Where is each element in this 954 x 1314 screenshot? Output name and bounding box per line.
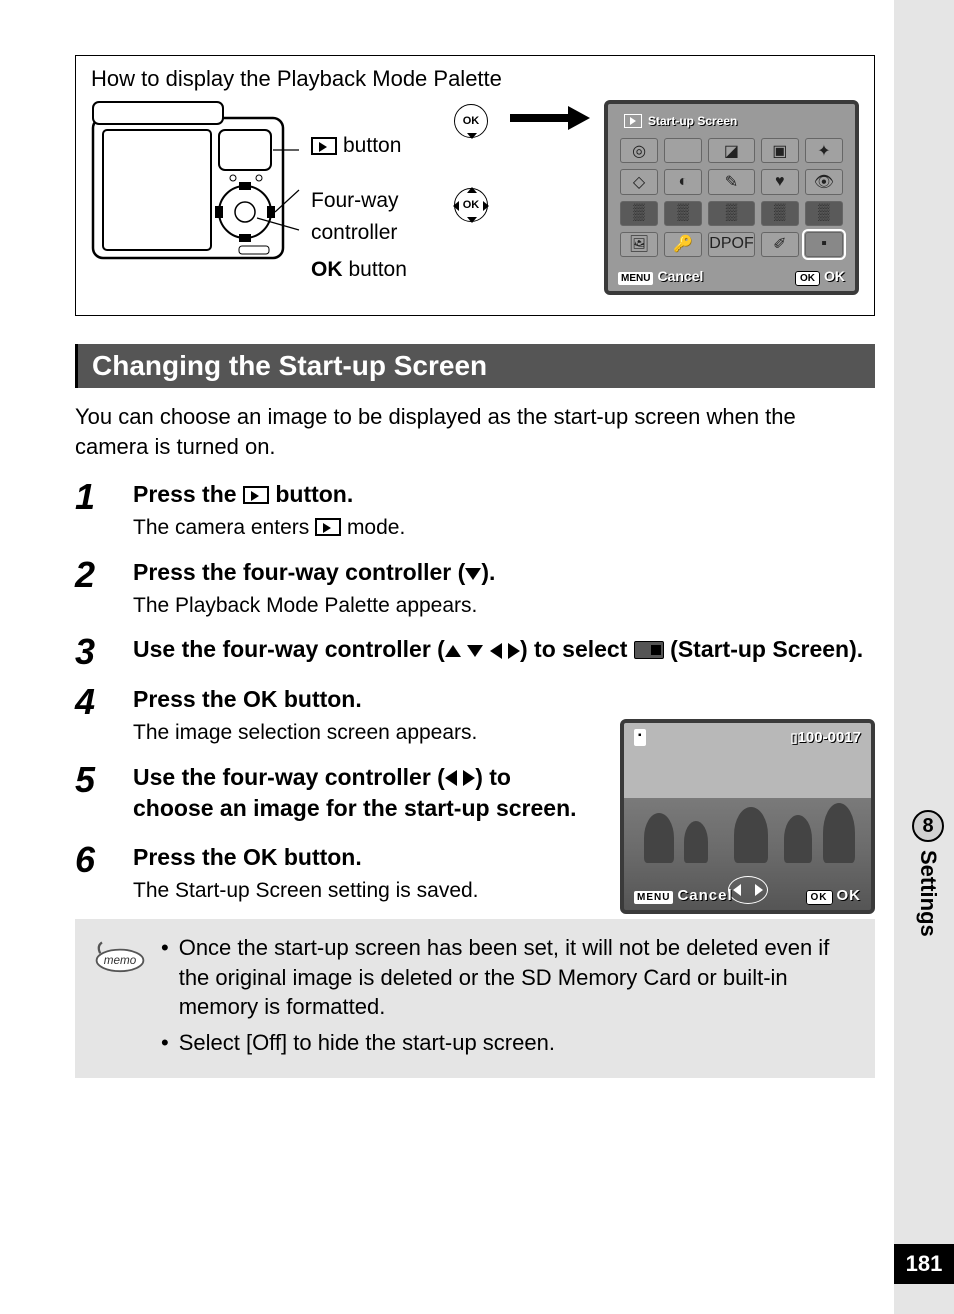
down-triangle-icon	[467, 645, 483, 657]
step-6: 6 Press the OK button. The Start-up Scre…	[75, 842, 595, 905]
left-triangle-icon	[445, 770, 457, 786]
steps-list: 1 Press the button. The camera enters mo…	[75, 479, 875, 905]
playback-icon	[311, 137, 337, 155]
chapter-tab: 8 Settings	[912, 810, 944, 937]
menu-badge: MENU	[634, 891, 673, 904]
optio-badge: ▪	[634, 729, 646, 746]
svg-text:memo: memo	[104, 954, 137, 967]
howto-box: How to display the Playback Mode Palette	[75, 55, 875, 316]
step-number: 4	[75, 684, 111, 747]
lcd-ok: OK	[837, 887, 862, 904]
memo-box: memo Once the start-up screen has been s…	[75, 919, 875, 1078]
lcd-cancel: Cancel	[657, 268, 703, 284]
step-number: 2	[75, 557, 111, 620]
lcd-image-selection-preview: ▪ ▯100-0017 MENUCancel OKOK	[620, 719, 875, 914]
left-triangle-icon	[490, 643, 502, 659]
ok-badge: OK	[795, 271, 820, 286]
ok-dial-icon	[454, 104, 488, 138]
camera-illustration	[91, 100, 301, 265]
lcd-playback-icon	[624, 114, 642, 128]
ok-badge: OK	[806, 890, 833, 905]
section-intro: You can choose an image to be displayed …	[75, 402, 875, 461]
lcd-cancel: Cancel	[677, 887, 732, 904]
menu-badge: MENU	[618, 272, 653, 285]
lcd-palette-preview: Start-up Screen ◎◪▣✦ ◇◐✎♥👁 ▒▒▒▒▒ 🖼🔑DPOF✐…	[604, 100, 859, 295]
right-triangle-icon	[508, 643, 520, 659]
lcd-title: Start-up Screen	[648, 114, 737, 128]
label-ok-button: OK button	[311, 254, 444, 287]
memo-item: Select [Off] to hide the start-up screen…	[161, 1028, 857, 1058]
step-number: 1	[75, 479, 111, 542]
chapter-number-badge: 8	[912, 810, 944, 842]
step-2: 2 Press the four-way controller (). The …	[75, 557, 875, 620]
ok-text: OK	[311, 254, 343, 287]
up-triangle-icon	[445, 645, 461, 657]
step-3: 3 Use the four-way controller ( ) to sel…	[75, 634, 875, 670]
chapter-label: Settings	[915, 850, 941, 937]
playback-icon	[243, 486, 269, 504]
step-number: 6	[75, 842, 111, 905]
playback-icon	[315, 518, 341, 536]
arrow-right-icon	[510, 110, 590, 126]
down-triangle-icon	[465, 568, 481, 580]
howto-title: How to display the Playback Mode Palette	[91, 66, 859, 92]
lcd-ok: OK	[824, 268, 845, 284]
label-playback-button: button	[311, 130, 444, 163]
ok-dial-full-icon	[454, 188, 488, 222]
page-margin-bar	[894, 0, 954, 1314]
step-1: 1 Press the button. The camera enters mo…	[75, 479, 875, 542]
step-number: 5	[75, 762, 111, 828]
optio-icon	[634, 641, 664, 659]
step-5: 5 Use the four-way controller ( ) to cho…	[75, 762, 595, 828]
lcd-counter: 100-0017	[798, 729, 861, 746]
page-number: 181	[894, 1244, 954, 1284]
memo-icon: memo	[93, 933, 147, 1064]
label-playback-text: button	[343, 130, 401, 163]
lcd-selected-optio-icon: ▪	[805, 232, 843, 257]
section-heading: Changing the Start-up Screen	[75, 344, 875, 388]
step-number: 3	[75, 634, 111, 670]
label-fourway: Four-way controller	[311, 185, 444, 250]
right-triangle-icon	[463, 770, 475, 786]
memo-item: Once the start-up screen has been set, i…	[161, 933, 857, 1022]
